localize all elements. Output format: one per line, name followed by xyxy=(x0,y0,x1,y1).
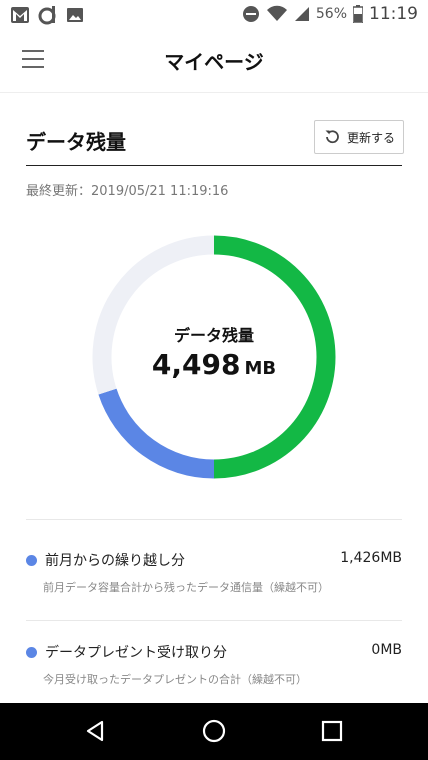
d-app-icon xyxy=(38,6,56,25)
last-updated: 最終更新：2019/05/21 11:19:16 xyxy=(26,184,229,199)
home-icon[interactable] xyxy=(200,717,228,745)
present-value: 0MB xyxy=(371,642,402,658)
refresh-label: 更新する xyxy=(346,130,395,145)
present-dot xyxy=(26,646,37,658)
refresh-button[interactable]: 更新する xyxy=(314,120,404,154)
carryover-dot xyxy=(26,554,37,566)
battery-percent: 56% xyxy=(315,6,347,22)
recents-icon[interactable] xyxy=(318,717,346,745)
clock: 11:19 xyxy=(369,4,418,24)
battery-icon xyxy=(353,5,363,23)
divider xyxy=(26,519,402,520)
donut-segment-1 xyxy=(98,388,215,479)
carryover-value: 1,426MB xyxy=(340,550,402,566)
section-title: データ残量 xyxy=(26,130,126,154)
donut-label: データ残量 xyxy=(173,326,254,345)
remaining-amount: 4,498 xyxy=(151,348,241,381)
gmail-icon xyxy=(11,7,29,23)
app-bar: マイページ xyxy=(0,30,428,93)
list-item-present: データプレゼント受け取り分 xyxy=(26,642,227,662)
divider xyxy=(26,620,402,621)
signal-icon xyxy=(294,7,309,21)
present-note: 今月受け取ったデータプレゼントの合計（繰越不可） xyxy=(43,673,307,686)
carryover-label: 前月からの繰り越し分 xyxy=(45,553,185,569)
page-title: マイページ xyxy=(164,50,264,74)
donut-value: 4,498 MB xyxy=(89,348,339,381)
carryover-note: 前月データ容量合計から残ったデータ通信量（繰越不可） xyxy=(43,581,329,594)
wifi-icon xyxy=(266,5,287,21)
dnd-icon xyxy=(242,6,259,22)
status-bar: 56% 11:19 xyxy=(0,0,428,30)
present-label: データプレゼント受け取り分 xyxy=(45,645,227,661)
remaining-unit: MB xyxy=(244,358,277,379)
refresh-icon xyxy=(325,130,339,144)
section-divider xyxy=(26,165,402,166)
list-item-carryover: 前月からの繰り越し分 xyxy=(26,550,185,570)
back-icon[interactable] xyxy=(82,717,110,745)
system-nav-bar xyxy=(0,703,428,760)
image-icon xyxy=(67,8,83,22)
